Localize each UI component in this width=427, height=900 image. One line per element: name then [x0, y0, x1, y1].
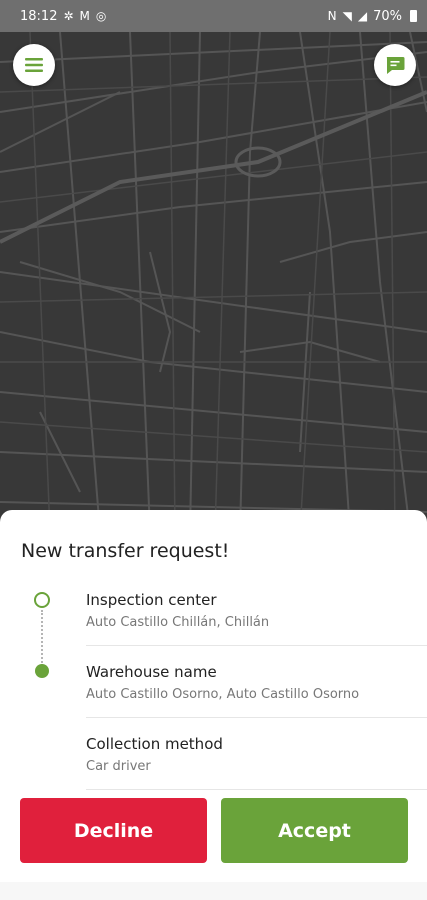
app-notification-icon: ◎ — [95, 9, 107, 23]
divider — [86, 789, 427, 790]
collection-method-label: Collection method — [86, 735, 223, 753]
battery-icon — [410, 10, 417, 22]
inspection-center-row: Inspection center Auto Castillo Chillán,… — [86, 590, 427, 632]
status-right: N ◥ ◢ 70% — [328, 9, 417, 24]
battery-percent: 70% — [373, 8, 402, 24]
decline-button[interactable]: Decline — [20, 798, 207, 863]
warehouse-value: Auto Castillo Osorno, Auto Castillo Osor… — [86, 687, 360, 702]
collection-method-row: Collection method Car driver — [86, 734, 427, 776]
sheet-title: New transfer request! — [21, 540, 230, 562]
chat-button[interactable] — [374, 44, 416, 86]
inspection-center-value: Auto Castillo Chillán, Chillán — [86, 615, 270, 630]
gmail-notification-icon: M — [79, 9, 90, 23]
menu-button[interactable] — [13, 44, 55, 86]
divider — [86, 645, 427, 646]
origin-dot-icon — [34, 592, 50, 608]
wifi-icon: ◥ — [342, 9, 352, 23]
map-view[interactable] — [0, 32, 427, 532]
accept-button[interactable]: Accept — [221, 798, 408, 863]
warehouse-row: Warehouse name Auto Castillo Osorno, Aut… — [86, 662, 427, 704]
route-dotted-line — [41, 610, 43, 666]
collection-method-value: Car driver — [86, 759, 151, 774]
destination-dot-icon — [35, 664, 49, 678]
divider — [86, 717, 427, 718]
inspection-center-label: Inspection center — [86, 591, 217, 609]
settings-notification-icon: ✲ — [63, 9, 74, 23]
nfc-icon: N — [327, 9, 337, 23]
status-left: 18:12 ✲ M ◎ — [20, 9, 106, 24]
status-bar: 18:12 ✲ M ◎ N ◥ ◢ 70% — [0, 0, 427, 32]
chat-message-icon — [386, 57, 405, 74]
route-timeline — [34, 592, 54, 682]
map-streets — [0, 32, 427, 532]
bottom-strip — [0, 882, 427, 900]
cell-signal-icon: ◢ — [357, 9, 368, 23]
hamburger-menu-icon — [25, 58, 43, 72]
warehouse-label: Warehouse name — [86, 663, 217, 681]
status-time: 18:12 — [20, 8, 58, 24]
